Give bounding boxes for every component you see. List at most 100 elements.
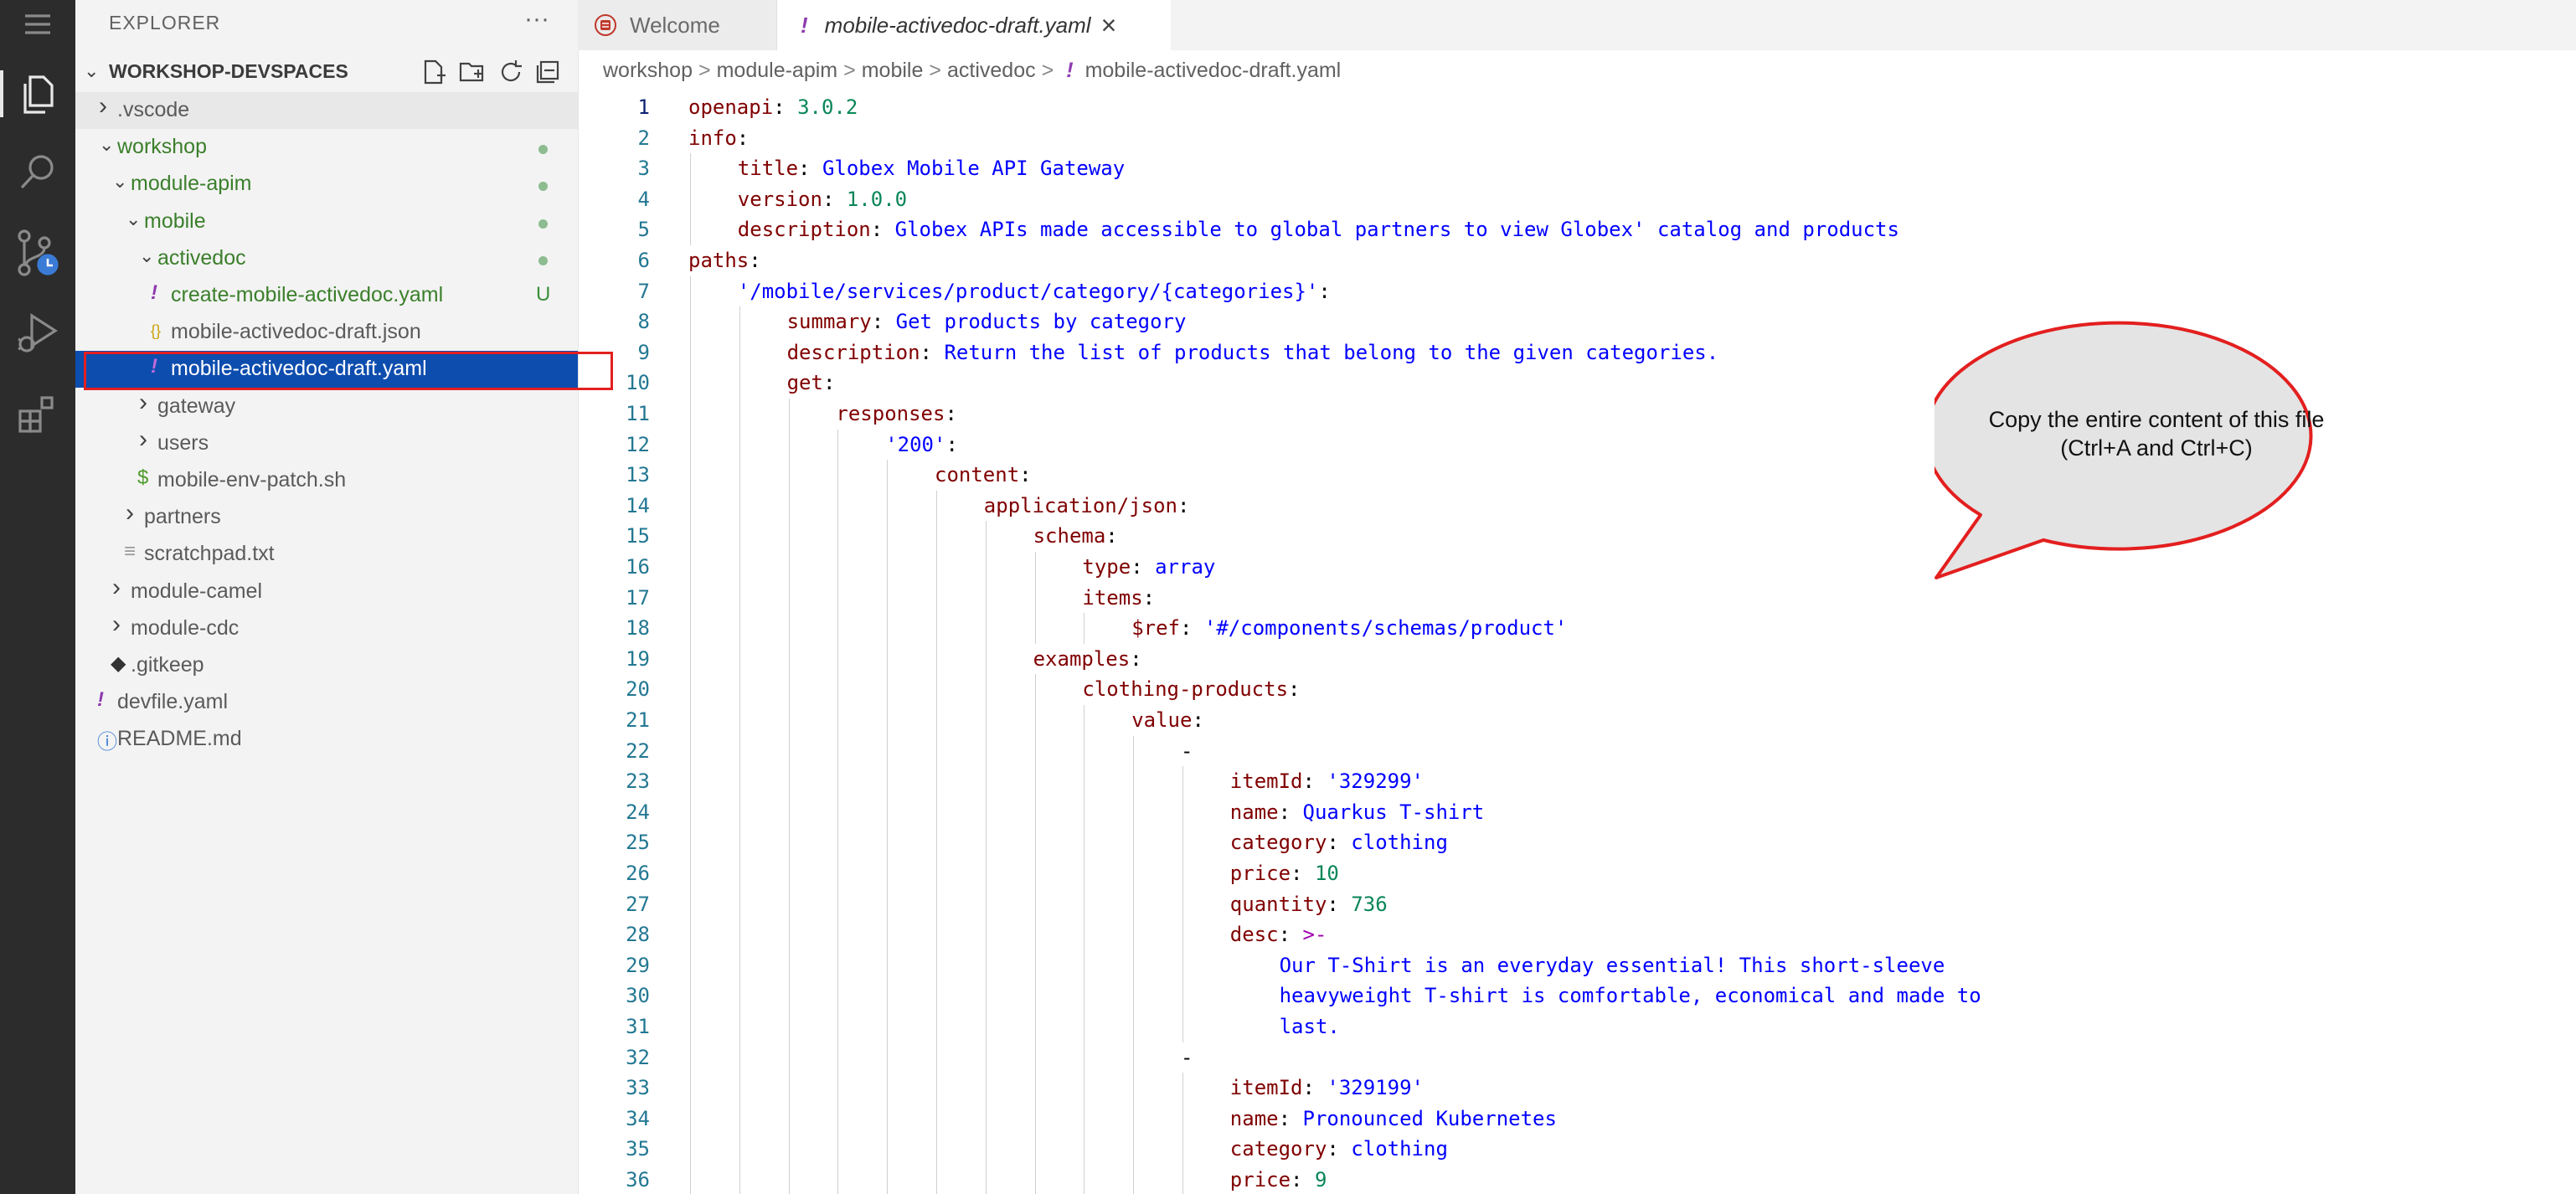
tree-item-vscode[interactable]: › .vscode	[75, 92, 578, 129]
code-text: price: 10	[1229, 862, 1339, 885]
code-line[interactable]: 2 info:	[578, 123, 2576, 153]
code-line[interactable]: 22 -	[578, 736, 2576, 766]
collapse-all-icon[interactable]	[534, 59, 561, 85]
code-text: title: Globex Mobile API Gateway	[737, 157, 1126, 181]
explorer-icon[interactable]	[0, 64, 75, 124]
line-number: 10	[626, 371, 650, 395]
code-line[interactable]: 5 description: Globex APIs made accessibl…	[578, 214, 2576, 244]
refresh-icon[interactable]	[497, 59, 524, 85]
code-line[interactable]: 30 heavyweight T-shirt is comfortable, ec…	[578, 980, 2576, 1011]
breadcrumb-item[interactable]: workshop	[603, 59, 693, 82]
tree-item-scratchpad-txt[interactable]: ≡ scratchpad.txt	[75, 536, 578, 573]
welcome-icon	[595, 14, 616, 36]
tree-item-users[interactable]: › users	[75, 425, 578, 462]
tree-item-devfile-yaml[interactable]: ! devfile.yaml	[75, 684, 578, 721]
indent-guide	[1182, 1073, 1183, 1194]
code-line[interactable]: 20 clothing-products:	[578, 674, 2576, 704]
code-line[interactable]: 4 version: 1.0.0	[578, 184, 2576, 214]
tree-item-activedoc[interactable]: ⌄ activedoc	[75, 240, 578, 277]
tree-item-workshop[interactable]: ⌄ workshop	[75, 129, 578, 166]
line-number: 23	[626, 769, 650, 794]
line-number: 25	[626, 831, 650, 855]
code-line[interactable]: 32 -	[578, 1042, 2576, 1073]
code-text: itemId: '329199'	[1229, 1076, 1424, 1100]
tree-item-readme-md[interactable]: ⓘ README.md	[75, 721, 578, 758]
breadcrumb-item[interactable]: mobile	[862, 59, 924, 82]
new-folder-icon[interactable]	[459, 59, 486, 85]
tree-item-label: workshop	[117, 135, 207, 159]
tree-item-label: mobile-env-patch.sh	[157, 468, 347, 491]
menu-icon[interactable]	[0, 0, 75, 49]
workspace-header[interactable]: ⌄ WORKSHOP-DEVSPACES	[75, 55, 578, 89]
tree-item-label: .gitkeep	[131, 653, 204, 677]
new-file-icon[interactable]	[420, 59, 447, 85]
tree-item-mobile-activedoc-draft-json[interactable]: {} mobile-activedoc-draft.json	[75, 314, 578, 351]
code-line[interactable]: 33 itemId: '329199'	[578, 1073, 2576, 1103]
line-number: 17	[626, 585, 650, 610]
line-number: 34	[626, 1106, 650, 1130]
tree-item-create-mobile-activedoc-yaml[interactable]: ! create-mobile-activedoc.yaml U	[75, 277, 578, 314]
tab-mobile-activedoc-draft-yaml[interactable]: ! mobile-activedoc-draft.yaml ×	[777, 0, 1171, 50]
code-text: content:	[935, 463, 1032, 487]
code-text: examples:	[1033, 646, 1142, 671]
code-line[interactable]: 19 examples:	[578, 644, 2576, 674]
close-icon[interactable]: ×	[1101, 10, 1117, 41]
chevron-right-icon: ›	[139, 388, 147, 416]
breadcrumb-item[interactable]: module-apim	[717, 59, 838, 82]
yaml-file-icon: !	[97, 688, 104, 712]
breadcrumb-file[interactable]: mobile-activedoc-draft.yaml	[1085, 59, 1342, 82]
breadcrumb-separator: >	[843, 59, 856, 82]
code-line[interactable]: 3 title: Globex Mobile API Gateway	[578, 153, 2576, 183]
tab-welcome-label: Welcome	[630, 12, 720, 38]
tree-item-module-camel[interactable]: › module-camel	[75, 574, 578, 610]
tree-item-gateway[interactable]: › gateway	[75, 389, 578, 425]
code-text: summary: Get products by category	[786, 310, 1187, 334]
code-line[interactable]: 7 '/mobile/services/product/category/{cat…	[578, 276, 2576, 306]
line-number: 8	[637, 310, 650, 334]
code-line[interactable]: 1 openapi: 3.0.2	[578, 92, 2576, 122]
breadcrumb: workshop > module-apim > mobile > activedoc >! m…	[603, 59, 1341, 87]
tree-item-label: users	[157, 430, 209, 455]
code-editor[interactable]: 1 openapi: 3.0.2 2 info: 3 title: Globex Mobi…	[578, 87, 2576, 1194]
code-line[interactable]: 26 price: 10	[578, 858, 2576, 888]
search-icon[interactable]	[0, 142, 75, 203]
code-line[interactable]: 23 itemId: '329299'	[578, 766, 2576, 796]
source-control-icon[interactable]	[0, 223, 75, 283]
code-text: info:	[688, 126, 750, 150]
extensions-icon[interactable]	[0, 383, 75, 444]
tree-item-module-cdc[interactable]: › module-cdc	[75, 610, 578, 647]
indent-guide	[936, 490, 937, 1194]
code-line[interactable]: 31 last.	[578, 1011, 2576, 1042]
code-line[interactable]: 35 category: clothing	[578, 1134, 2576, 1164]
untracked-badge: U	[536, 283, 551, 306]
tab-bar: Welcome ! mobile-activedoc-draft.yaml ×	[578, 0, 2576, 50]
tree-item-mobile[interactable]: ⌄ mobile	[75, 203, 578, 240]
code-text: heavyweight T-shirt is comfortable, econ…	[1279, 984, 1981, 1008]
line-number: 28	[626, 923, 650, 947]
tree-item-label: module-cdc	[131, 615, 240, 640]
code-line[interactable]: 21 value:	[578, 705, 2576, 735]
code-text: application/json:	[983, 493, 1190, 517]
yaml-file-icon: !	[151, 281, 157, 304]
code-line[interactable]: 27 quantity: 736	[578, 889, 2576, 919]
tree-item-gitkeep[interactable]: ◆ .gitkeep	[75, 647, 578, 684]
code-text: value:	[1131, 708, 1204, 732]
code-line[interactable]: 28 desc: >-	[578, 919, 2576, 950]
tree-item-mobile-env-patch-sh[interactable]: $ mobile-env-patch.sh	[75, 462, 578, 499]
modified-dot-icon	[538, 182, 548, 192]
code-line[interactable]: 6 paths:	[578, 245, 2576, 275]
code-line[interactable]: 36 price: 9	[578, 1165, 2576, 1194]
breadcrumb-separator: >	[1041, 59, 1054, 82]
tree-item-module-apim[interactable]: ⌄ module-apim	[75, 166, 578, 203]
tree-item-partners[interactable]: › partners	[75, 499, 578, 536]
code-line[interactable]: 25 category: clothing	[578, 827, 2576, 857]
line-number: 18	[626, 616, 650, 641]
tab-welcome[interactable]: Welcome	[578, 0, 777, 50]
breadcrumb-item[interactable]: activedoc	[947, 59, 1036, 82]
code-line[interactable]: 29 Our T-Shirt is an everyday essential! …	[578, 950, 2576, 980]
run-debug-icon[interactable]	[0, 303, 75, 363]
code-line[interactable]: 34 name: Pronounced Kubernetes	[578, 1104, 2576, 1134]
code-line[interactable]: 24 name: Quarkus T-shirt	[578, 797, 2576, 827]
line-number: 9	[637, 340, 650, 364]
more-actions-icon[interactable]: ···	[524, 5, 549, 33]
